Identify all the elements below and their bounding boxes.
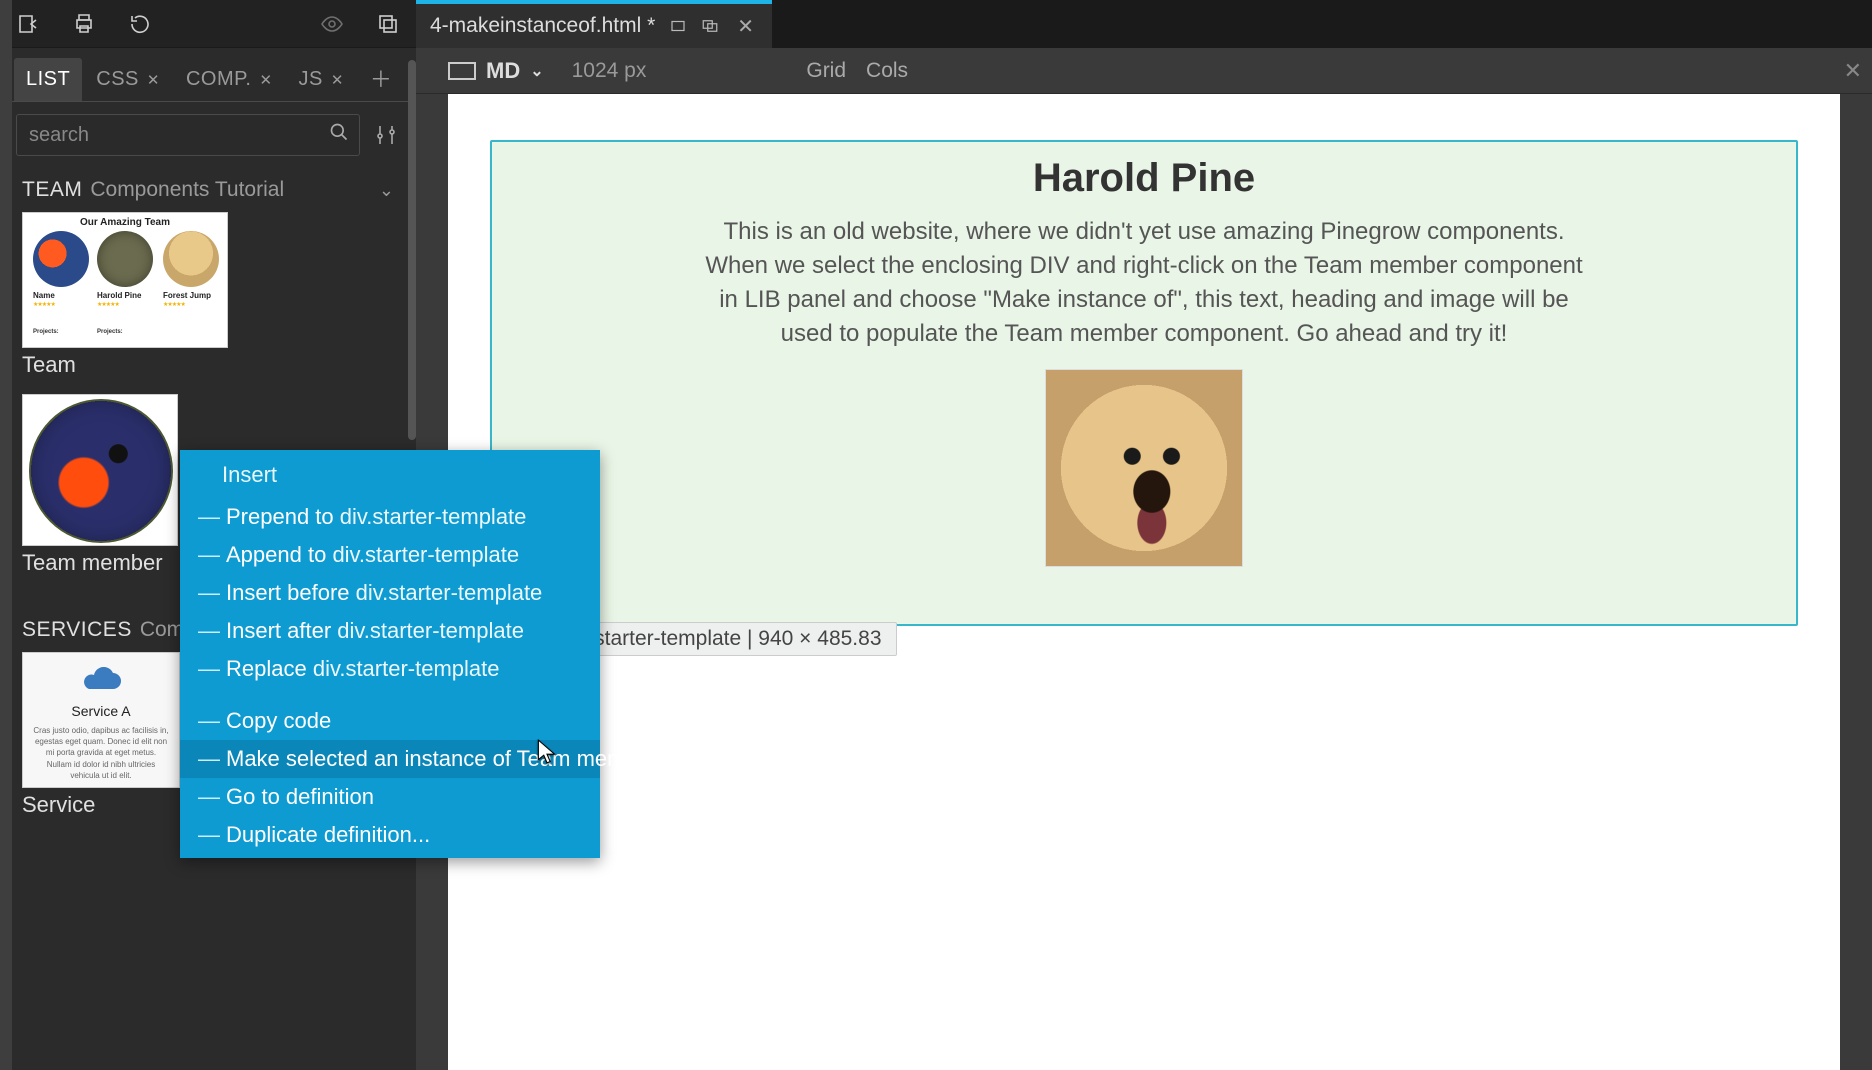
thumb-proj: Projects: xyxy=(33,329,59,335)
close-icon[interactable]: ✕ xyxy=(259,71,272,89)
duplicate-window-icon[interactable] xyxy=(701,17,719,35)
copy-icon[interactable] xyxy=(374,10,402,38)
scrollbar[interactable] xyxy=(408,60,416,440)
thumb-name: Name xyxy=(33,291,95,300)
context-menu-header: Insert xyxy=(180,450,600,498)
ctx-append[interactable]: —Append to div.starter-template xyxy=(180,536,600,574)
ctx-prepend[interactable]: —Prepend to div.starter-template xyxy=(180,498,600,536)
chevron-down-icon[interactable]: ⌄ xyxy=(379,180,394,201)
window-icon[interactable] xyxy=(669,17,687,35)
toggle-grid[interactable]: Grid xyxy=(806,59,846,83)
section-header-team[interactable]: TEAM Components Tutorial ⌄ xyxy=(0,168,416,208)
thumb-title: Service A xyxy=(33,703,169,719)
tab-label: LIST xyxy=(26,68,70,91)
selected-element[interactable]: Harold Pine This is an old website, wher… xyxy=(490,140,1798,626)
add-tab-button[interactable]: ＋ xyxy=(366,63,396,93)
thumb-proj: Projects: xyxy=(97,329,123,335)
thumb-avatar xyxy=(163,231,219,287)
tab-css[interactable]: CSS ✕ xyxy=(84,58,172,101)
close-icon[interactable]: ✕ xyxy=(1844,58,1862,84)
ctx-insert-after[interactable]: —Insert after div.starter-template xyxy=(180,612,600,650)
viewport-size: 1024 px xyxy=(572,59,647,83)
ctx-insert-before[interactable]: —Insert before div.starter-template xyxy=(180,574,600,612)
search-input-wrapper xyxy=(16,114,360,156)
breakpoint-label: MD xyxy=(486,58,520,84)
thumb-avatar xyxy=(97,231,153,287)
main-area: 4-makeinstanceof.html * ✕ MD ⌄ 1024 px G… xyxy=(416,0,1872,1070)
left-toolbar xyxy=(0,0,416,48)
tab-label: JS xyxy=(299,68,323,91)
thumb-stars: ★★★★★ xyxy=(163,301,185,308)
breakpoint-bar: MD ⌄ 1024 px Grid Cols ✕ xyxy=(416,48,1872,94)
canvas[interactable]: Harold Pine This is an old website, wher… xyxy=(448,94,1840,1070)
file-tab-title: 4-makeinstanceof.html * xyxy=(430,14,655,38)
tab-label: CSS xyxy=(96,68,139,91)
component-thumb-team-member[interactable] xyxy=(22,394,178,546)
chevron-down-icon: ⌄ xyxy=(530,61,543,81)
ctx-make-instance[interactable]: —Make selected an instance of Team membe… xyxy=(180,740,600,778)
thumb-name: Harold Pine xyxy=(97,291,159,300)
document-content: Harold Pine This is an old website, wher… xyxy=(510,156,1778,567)
component-thumb-team[interactable]: Our Amazing Team Name Harold Pine Forest… xyxy=(22,212,228,348)
close-icon[interactable]: ✕ xyxy=(331,71,344,89)
rotate-icon[interactable] xyxy=(126,10,154,38)
close-icon[interactable]: ✕ xyxy=(147,71,160,89)
close-icon[interactable]: ✕ xyxy=(733,14,758,39)
selection-dims: 940 × 485.83 xyxy=(758,627,881,650)
print-icon[interactable] xyxy=(70,10,98,38)
breakpoint-selector[interactable]: MD ⌄ xyxy=(448,58,544,84)
device-icon xyxy=(448,62,476,80)
thumb-name: Forest Jump xyxy=(163,291,225,300)
context-menu: Insert —Prepend to div.starter-template … xyxy=(180,450,600,858)
section-subtitle: Components Tutorial xyxy=(90,178,284,202)
tab-list[interactable]: LIST xyxy=(14,58,82,101)
ctx-replace[interactable]: —Replace div.starter-template xyxy=(180,650,600,688)
lib-tabs: LIST CSS ✕ COMP. ✕ JS ✕ ＋ xyxy=(0,48,416,102)
page-heading: Harold Pine xyxy=(510,156,1778,201)
component-thumb-service[interactable]: Service A Cras justo odio, dapibus ac fa… xyxy=(22,652,180,788)
selection-badge: div.starter-template | 940 × 485.83 xyxy=(548,622,897,656)
ctx-duplicate-definition[interactable]: —Duplicate definition... xyxy=(180,816,600,854)
thumb-avatar xyxy=(33,231,89,287)
eye-icon[interactable] xyxy=(318,10,346,38)
search-input[interactable] xyxy=(27,123,329,148)
thumb-stars: ★★★★★ xyxy=(97,301,119,308)
search-icon[interactable] xyxy=(329,122,349,148)
section-title: SERVICES xyxy=(22,618,132,642)
page-image xyxy=(1045,369,1243,567)
cloud-icon xyxy=(79,667,123,695)
thumb-desc: Cras justo odio, dapibus ac facilisis in… xyxy=(33,725,169,781)
file-tab-active[interactable]: 4-makeinstanceof.html * ✕ xyxy=(416,0,772,48)
import-icon[interactable] xyxy=(14,10,42,38)
component-label: Team xyxy=(0,348,416,390)
tools-icon[interactable] xyxy=(372,121,400,149)
section-title: TEAM xyxy=(22,178,82,202)
ctx-copy-code[interactable]: —Copy code xyxy=(180,702,600,740)
tab-comp[interactable]: COMP. ✕ xyxy=(174,58,285,101)
thumb-stars: ★★★★★ xyxy=(33,301,55,308)
left-strip xyxy=(0,0,12,1070)
ctx-go-to-definition[interactable]: —Go to definition xyxy=(180,778,600,816)
file-tab-bar: 4-makeinstanceof.html * ✕ xyxy=(416,0,1872,48)
thumb-title: Our Amazing Team xyxy=(23,217,227,228)
toggle-cols[interactable]: Cols xyxy=(866,59,908,83)
tab-label: COMP. xyxy=(186,68,251,91)
thumb-image xyxy=(29,399,173,543)
page-paragraph: This is an old website, where we didn't … xyxy=(699,215,1589,351)
tab-js[interactable]: JS ✕ xyxy=(287,58,356,101)
search-row xyxy=(0,102,416,168)
